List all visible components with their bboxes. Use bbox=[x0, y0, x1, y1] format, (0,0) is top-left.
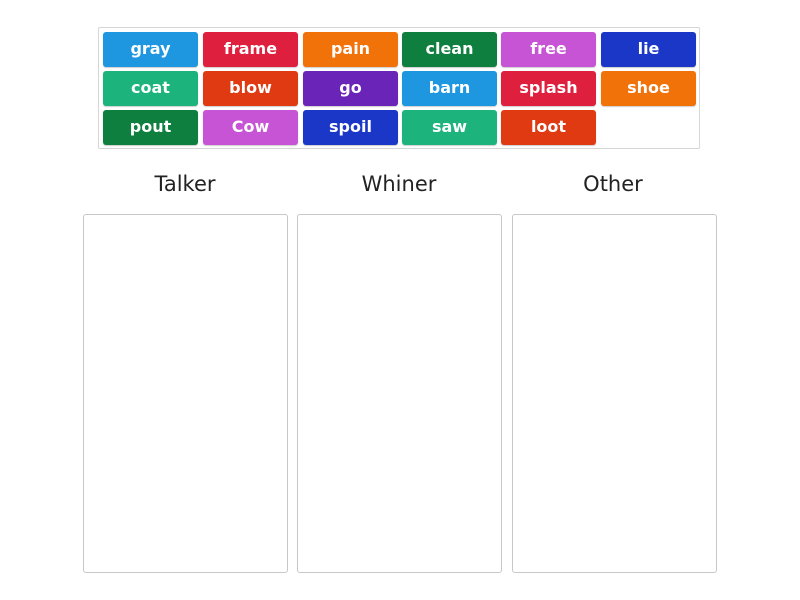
word-tile[interactable]: pout bbox=[103, 110, 198, 145]
word-tile[interactable]: free bbox=[501, 32, 596, 67]
word-tile[interactable]: splash bbox=[501, 71, 596, 106]
word-tile[interactable]: saw bbox=[402, 110, 497, 145]
group-heading-whiner: Whiner bbox=[361, 172, 437, 196]
drop-zone-talker[interactable] bbox=[83, 214, 288, 573]
word-tile[interactable]: pain bbox=[303, 32, 398, 67]
drop-zone-whiner[interactable] bbox=[297, 214, 502, 573]
word-pool: gray frame pain clean free lie coat blow… bbox=[98, 27, 700, 149]
drop-zone-other[interactable] bbox=[512, 214, 717, 573]
word-tile[interactable]: shoe bbox=[601, 71, 696, 106]
word-tile[interactable]: gray bbox=[103, 32, 198, 67]
word-tile[interactable]: barn bbox=[402, 71, 497, 106]
group-heading-talker: Talker bbox=[154, 172, 216, 196]
word-tile[interactable]: blow bbox=[203, 71, 298, 106]
word-tile[interactable]: coat bbox=[103, 71, 198, 106]
word-tile[interactable]: go bbox=[303, 71, 398, 106]
word-tile[interactable]: Cow bbox=[203, 110, 298, 145]
group-heading-other: Other bbox=[583, 172, 643, 196]
word-tile[interactable]: lie bbox=[601, 32, 696, 67]
word-tile[interactable]: loot bbox=[501, 110, 596, 145]
word-tile[interactable]: spoil bbox=[303, 110, 398, 145]
word-tile[interactable]: clean bbox=[402, 32, 497, 67]
word-tile[interactable]: frame bbox=[203, 32, 298, 67]
